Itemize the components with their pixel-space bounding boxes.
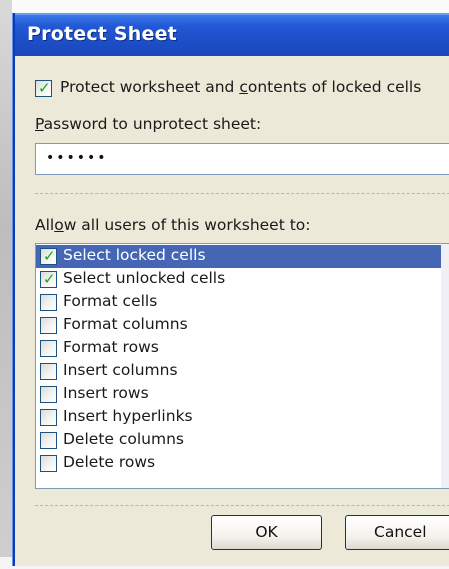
permission-item-delete-rows[interactable]: Delete rows: [36, 452, 449, 475]
permission-label: Insert hyperlinks: [63, 407, 193, 425]
permission-label: Format columns: [63, 315, 188, 333]
cancel-button[interactable]: Cancel: [345, 515, 449, 550]
screenshot-page: Protect Sheet ✓ Protect worksheet and co…: [0, 0, 449, 569]
permission-label: Insert columns: [63, 361, 178, 379]
check-icon: ✓: [43, 247, 56, 265]
insert-rows-checkbox[interactable]: [40, 386, 57, 403]
allow-users-label: Allow all users of this worksheet to:: [35, 216, 311, 234]
check-icon: ✓: [43, 270, 56, 288]
permission-item-select-unlocked-cells[interactable]: ✓ Select unlocked cells: [36, 268, 449, 291]
permissions-list[interactable]: ✓ Select locked cells ✓ Select unlocked …: [35, 243, 449, 489]
protect-sheet-dialog: Protect Sheet ✓ Protect worksheet and co…: [13, 13, 449, 566]
permission-label: Select locked cells: [63, 246, 206, 264]
delete-rows-checkbox[interactable]: [40, 455, 57, 472]
format-rows-checkbox[interactable]: [40, 340, 57, 357]
permission-label: Select unlocked cells: [63, 269, 226, 287]
dialog-title: Protect Sheet: [27, 23, 177, 45]
list-scrollbar[interactable]: [441, 244, 449, 488]
separator: [35, 193, 449, 194]
permission-label: Insert rows: [63, 384, 149, 402]
permission-item-format-columns[interactable]: Format columns: [36, 314, 449, 337]
background-paper-top: [0, 0, 449, 14]
format-cells-checkbox[interactable]: [40, 294, 57, 311]
permission-label: Delete columns: [63, 430, 184, 448]
permission-item-select-locked-cells[interactable]: ✓ Select locked cells: [36, 245, 449, 268]
delete-columns-checkbox[interactable]: [40, 432, 57, 449]
permission-label: Format cells: [63, 292, 158, 310]
permission-item-insert-columns[interactable]: Insert columns: [36, 360, 449, 383]
password-field[interactable]: ••••••: [35, 143, 449, 175]
separator: [35, 505, 449, 506]
permission-label: Delete rows: [63, 453, 156, 471]
password-value: ••••••: [46, 150, 108, 166]
dialog-title-bar[interactable]: Protect Sheet: [15, 13, 449, 56]
insert-columns-checkbox[interactable]: [40, 363, 57, 380]
background-photo-left: [0, 0, 12, 569]
permission-item-format-rows[interactable]: Format rows: [36, 337, 449, 360]
permission-label: Format rows: [63, 338, 159, 356]
protect-worksheet-label: Protect worksheet and contents of locked…: [60, 78, 422, 96]
check-icon: ✓: [38, 79, 51, 97]
permission-item-insert-hyperlinks[interactable]: Insert hyperlinks: [36, 406, 449, 429]
permission-item-delete-columns[interactable]: Delete columns: [36, 429, 449, 452]
permission-item-insert-rows[interactable]: Insert rows: [36, 383, 449, 406]
permission-item-format-cells[interactable]: Format cells: [36, 291, 449, 314]
ok-button[interactable]: OK: [211, 515, 322, 550]
select-unlocked-cells-checkbox[interactable]: ✓: [40, 271, 57, 288]
format-columns-checkbox[interactable]: [40, 317, 57, 334]
protect-worksheet-checkbox[interactable]: ✓: [35, 80, 52, 97]
select-locked-cells-checkbox[interactable]: ✓: [40, 248, 57, 265]
password-label: Password to unprotect sheet:: [35, 115, 262, 133]
insert-hyperlinks-checkbox[interactable]: [40, 409, 57, 426]
